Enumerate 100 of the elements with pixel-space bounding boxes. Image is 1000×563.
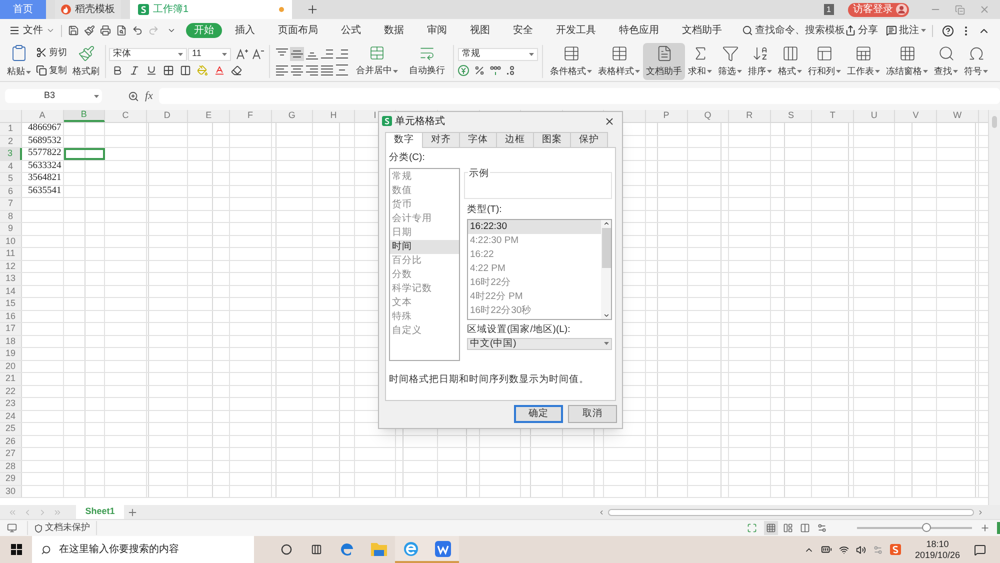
font-size-select[interactable]: 11 [188,48,231,60]
align-button[interactable] [320,46,334,60]
ribbon-tab[interactable]: 数据 [374,23,414,38]
locale-select[interactable]: 中文(中国) [467,338,612,350]
ribbon-tool-button[interactable]: 筛选 [715,43,745,80]
battery-icon[interactable] [820,544,832,555]
dialog-tab[interactable]: 对齐 [422,132,460,147]
category-item[interactable]: 日期 [390,226,459,240]
active-cell[interactable] [64,148,106,160]
eraser-icon[interactable] [231,64,242,76]
print-icon[interactable] [100,25,111,36]
ribbon-tool-button[interactable]: 格式 [775,43,805,80]
decrease-font-icon[interactable] [252,48,264,60]
function-label[interactable]: fx [145,88,153,104]
column-header[interactable]: Q [704,110,712,123]
screen-icon[interactable] [7,523,17,533]
cortana-icon[interactable] [280,544,292,555]
align-button[interactable] [335,46,349,60]
normal-view-icon[interactable] [766,523,776,533]
column-header[interactable]: G [288,110,296,123]
taskbar-search-field[interactable]: 在这里输入你要搜索的内容 [32,536,254,563]
align-button[interactable] [320,62,334,76]
type-item[interactable]: 16:22:30 [468,220,601,234]
zoom-in-icon[interactable] [980,523,990,533]
dialog-tab[interactable]: 字体 [459,132,497,147]
view-settings-icon[interactable] [817,523,827,533]
category-item[interactable]: 会计专用 [390,212,459,226]
cut-button[interactable]: 剪切 [36,46,67,59]
category-item[interactable]: 自定义 [390,324,459,338]
document-tab[interactable]: 稻壳模板 [55,0,121,19]
bold-icon[interactable] [112,64,123,76]
document-tab[interactable]: 工作簿1 [130,0,292,19]
decimal-icon[interactable] [506,64,517,76]
wrap-text-button[interactable]: 自动换行 [405,42,449,81]
type-item[interactable]: 16:22 [468,248,601,262]
category-item[interactable]: 数值 [390,184,459,198]
windows-start-icon[interactable] [10,544,22,555]
underline-icon[interactable] [146,64,157,76]
italic-icon[interactable] [129,64,140,76]
sogou-icon[interactable] [890,544,901,555]
fill-pattern-icon[interactable] [180,64,191,76]
column-header[interactable]: T [830,110,836,123]
ribbon-tab[interactable]: 开始 [186,23,222,38]
vertical-scrollbar[interactable] [988,110,1000,505]
ok-button[interactable]: 确定 [514,405,563,423]
share-button[interactable]: 分享 [845,23,878,38]
fullscreen-icon[interactable] [747,523,757,533]
align-button[interactable] [275,62,289,76]
align-button[interactable] [290,46,304,60]
column-header[interactable]: E [206,110,212,123]
increase-font-icon[interactable] [236,48,248,60]
column-header[interactable]: R [746,110,753,123]
category-item[interactable]: 文本 [390,296,459,310]
dialog-tab[interactable]: 边框 [496,132,534,147]
category-item[interactable]: 特殊 [390,310,459,324]
globe-e-icon[interactable] [403,540,419,556]
column-header[interactable]: C [122,110,129,123]
format-painter-button[interactable]: 格式刷 [70,42,102,81]
ribbon-tab[interactable]: 开发工具 [546,23,606,38]
dialog-tab[interactable]: 数字 [385,132,423,148]
copy-button[interactable]: 复制 [36,64,67,78]
login-button[interactable]: 访客登录 [848,2,909,16]
zoom-icon[interactable] [128,90,139,102]
type-item[interactable]: 4时22分 PM [468,290,601,304]
column-header[interactable]: A [39,110,46,123]
more-icon[interactable] [167,26,176,35]
zoom-slider-thumb[interactable] [922,523,931,532]
dialog-tab[interactable]: 保护 [570,132,608,147]
ribbon-tab[interactable]: 公式 [331,23,371,38]
column-header[interactable]: V [912,110,919,123]
category-item[interactable]: 百分比 [390,254,459,268]
comment-button[interactable]: 批注 [886,23,926,38]
dialog-tab[interactable]: 图案 [533,132,571,147]
input-method-icon[interactable] [872,544,883,554]
number-format-select[interactable]: 常规 [458,48,538,60]
wps-icon[interactable] [435,540,451,556]
document-protection-status[interactable]: 文档未保护 [34,521,90,535]
column-header[interactable]: B [80,110,87,122]
cancel-button[interactable]: 取消 [568,405,617,423]
align-button[interactable] [335,62,349,76]
ribbon-tab[interactable]: 特色应用 [609,23,669,38]
ribbon-tab[interactable]: 插入 [225,23,265,38]
column-header[interactable]: W [953,110,962,123]
undo-icon[interactable] [132,25,143,36]
add-sheet-icon[interactable] [127,506,138,518]
merge-center-button[interactable]: 合并居中 [352,42,402,81]
close-icon[interactable] [604,116,615,126]
column-header[interactable]: I [374,110,376,123]
type-item[interactable]: 4:22:30 PM [468,234,601,248]
folder-icon[interactable] [371,542,387,556]
category-item[interactable]: 分数 [390,268,459,282]
column-header[interactable]: U [870,110,878,123]
window-count-badge[interactable]: 1 [824,4,834,15]
wifi-icon[interactable] [838,544,849,554]
type-item[interactable]: 16时22分30秒 [468,304,601,318]
font-name-select[interactable]: 宋体 [109,48,187,60]
clock-time[interactable]: 18:10 [926,538,949,550]
borders-icon[interactable] [163,64,174,76]
category-item[interactable]: 常规 [390,170,459,184]
type-item[interactable]: 4:22 PM [468,262,601,276]
